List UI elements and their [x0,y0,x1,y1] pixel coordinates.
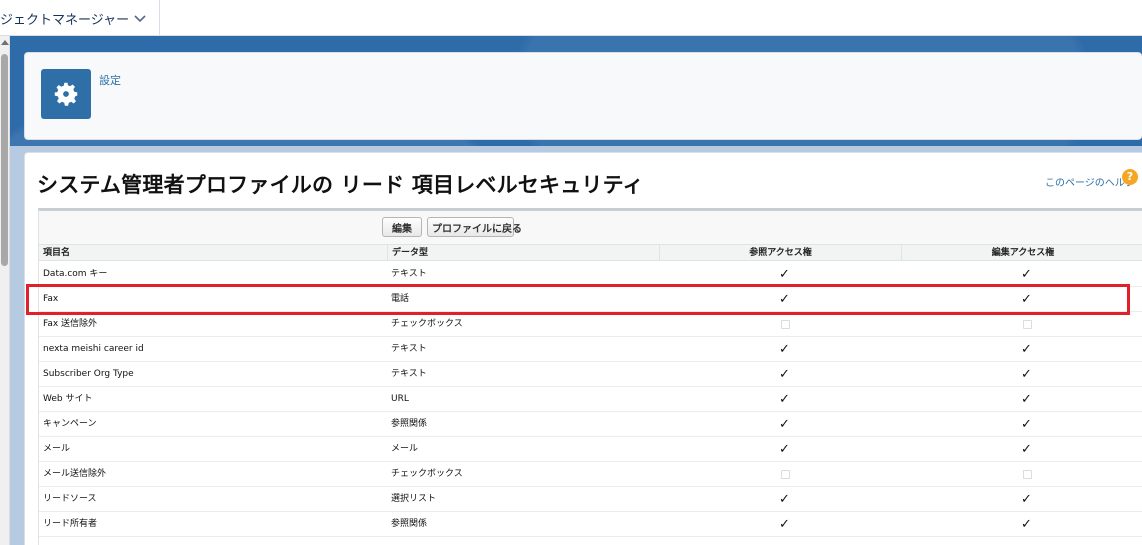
field-name-cell: Fax 送信除外 [43,319,98,329]
table-row: リード所有者 参照関係 ✓ ✓ [39,512,1142,537]
column-header-field-name: 項目名 [43,248,71,258]
data-type-cell: テキスト [391,344,427,354]
field-name-cell: キャンペーン [43,419,97,429]
edit-access-checkmark-icon: ✓ [1021,492,1032,507]
table-row: nexta meishi career id テキスト ✓ ✓ [39,337,1142,362]
setup-gear-icon [41,69,91,119]
vertical-scrollbar[interactable] [0,36,10,545]
table-row: リードソース 選択リスト ✓ ✓ [39,487,1142,512]
setup-header-card: 設定 [24,52,1142,140]
edit-access-checkmark-icon: ✓ [1021,342,1032,357]
field-name-cell: メール送信除外 [43,469,107,479]
top-nav-bar: ジェクトマネージャー [0,0,1142,36]
read-access-checkmark-icon: ✓ [779,367,790,382]
back-to-profile-button[interactable]: プロファイルに戻る [427,217,522,237]
edit-access-checkmark-icon: ✓ [1021,392,1032,407]
edit-button[interactable]: 編集 [382,217,422,237]
read-access-unchecked-icon [781,320,790,329]
table-header-row: 項目名 データ型 参照アクセス権 編集アクセス権 [39,245,1142,261]
table-row: メール送信除外 チェックボックス [39,462,1142,487]
field-name-cell: nexta meishi career id [43,344,144,354]
field-name-cell: リードソース [43,494,97,504]
field-name-cell: Fax [43,294,59,304]
read-access-checkmark-icon: ✓ [779,417,790,432]
read-access-checkmark-icon: ✓ [779,342,790,357]
content-card: システム管理者プロファイルの リード 項目レベルセキュリティ このページのヘルプ… [24,152,1142,545]
read-access-checkmark-icon: ✓ [779,442,790,457]
table-row: キャンペーン 参照関係 ✓ ✓ [39,412,1142,437]
edit-access-checkmark-icon: ✓ [1021,442,1032,457]
column-header-edit-access: 編集アクセス権 [901,245,1142,261]
read-access-unchecked-icon [781,470,790,479]
data-type-cell: 選択リスト [391,494,437,504]
read-access-checkmark-icon: ✓ [779,267,790,282]
table-row: Subscriber Org Type テキスト ✓ ✓ [39,362,1142,387]
edit-access-unchecked-icon [1023,320,1032,329]
table-row: Fax 送信除外 チェックボックス [39,312,1142,337]
field-name-cell: Web サイト [43,394,93,404]
data-type-cell: URL [391,394,409,404]
field-name-cell: リード所有者 [43,519,98,529]
data-type-cell: 参照関係 [391,519,428,529]
field-name-cell: Subscriber Org Type [43,369,134,379]
data-type-cell: チェックボックス [391,469,463,479]
edit-access-checkmark-icon: ✓ [1021,267,1032,282]
chevron-down-icon[interactable] [132,10,148,26]
edit-access-checkmark-icon: ✓ [1021,367,1032,382]
page-title: システム管理者プロファイルの リード 項目レベルセキュリティ [37,173,644,197]
table-row: Data.com キー テキスト ✓ ✓ [39,262,1142,287]
read-access-checkmark-icon: ✓ [779,517,790,532]
read-access-checkmark-icon: ✓ [779,392,790,407]
data-type-cell: 参照関係 [391,419,428,429]
column-header-data-type: データ型 [387,245,428,261]
data-type-cell: 電話 [391,294,410,304]
edit-access-checkmark-icon: ✓ [1021,517,1032,532]
field-security-table-panel: 編集 プロファイルに戻る 項目名 データ型 参照アクセス権 編集アクセス権 Da… [38,208,1142,545]
column-header-read-access: 参照アクセス権 [659,245,901,261]
read-access-checkmark-icon: ✓ [779,292,790,307]
read-access-checkmark-icon: ✓ [779,492,790,507]
data-type-cell: メール [391,444,419,454]
data-type-cell: テキスト [391,369,427,379]
field-name-cell: メール [43,444,71,454]
data-type-cell: テキスト [391,269,427,279]
table-row: Web サイト URL ✓ ✓ [39,387,1142,412]
edit-access-checkmark-icon: ✓ [1021,417,1032,432]
table-row: メール メール ✓ ✓ [39,437,1142,462]
scroll-thumb[interactable] [1,54,8,266]
edit-access-checkmark-icon: ✓ [1021,292,1032,307]
edit-access-unchecked-icon [1023,470,1032,479]
help-icon[interactable]: ? [1122,169,1138,185]
breadcrumb-setup-link[interactable]: 設定 [99,72,121,88]
data-type-cell: チェックボックス [391,319,463,329]
app-navigation-tab[interactable]: ジェクトマネージャー [0,0,160,36]
field-name-cell: Data.com キー [43,269,108,279]
scroll-up-arrow-icon[interactable] [1,40,9,45]
button-row: 編集 プロファイルに戻る [39,211,1142,245]
table-row: Fax 電話 ✓ ✓ [39,287,1142,312]
app-tab-label: ジェクトマネージャー [0,12,130,28]
